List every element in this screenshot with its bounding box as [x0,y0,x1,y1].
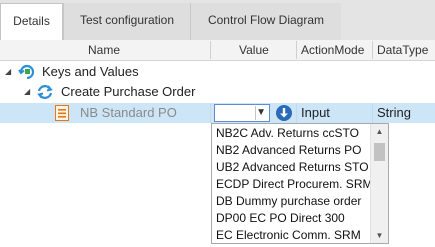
dropdown-option[interactable]: DP00 EC PO Direct 300 [216,210,345,227]
keys-values-icon [18,64,36,83]
cell-divider [296,103,297,123]
column-divider[interactable] [296,41,297,59]
column-value[interactable]: Value [239,40,269,60]
chevron-down-icon[interactable]: ▼ [256,107,266,118]
tab-test-configuration[interactable]: Test configuration [63,3,190,40]
dropdown-option[interactable]: NB2 Advanced Returns PO [216,142,361,159]
dropdown-option[interactable]: ECDP Direct Procurem. SRM [216,176,372,193]
dropdown-scrollbar[interactable]: ▲ ▼ [370,124,388,243]
scroll-down-icon[interactable]: ▼ [371,228,388,243]
column-name[interactable]: Name [88,40,120,60]
value-dropdown-list[interactable]: NB2C Adv. Returns ccSTO NB2 Advanced Ret… [211,123,389,244]
column-header: Name Value ActionMode DataType [0,40,435,61]
tree-label-leaf: NB Standard PO [80,105,177,120]
value-combobox[interactable]: ▼ [214,104,270,122]
cell-divider [210,103,211,123]
data-type-cell[interactable]: String [377,103,411,123]
column-divider[interactable] [210,41,211,59]
download-arrow-icon[interactable] [276,105,292,121]
scroll-up-icon[interactable]: ▲ [371,124,388,139]
tree-row-root[interactable]: ◢ Keys and Values [0,62,435,82]
list-item-icon [55,105,69,124]
dropdown-option[interactable]: NB2C Adv. Returns ccSTO [216,125,359,142]
column-actionmode[interactable]: ActionMode [301,40,364,60]
column-divider[interactable] [372,41,373,59]
tree-label-root: Keys and Values [42,64,139,79]
scrollbar-thumb[interactable] [374,143,385,161]
dropdown-option[interactable]: DB Dummy purchase order [216,193,361,210]
tab-control-flow-diagram[interactable]: Control Flow Diagram [190,3,341,40]
cell-divider [372,103,373,123]
dropdown-option[interactable]: EC Electronic Comm. SRM [216,227,361,243]
tab-details[interactable]: Details [0,3,63,40]
refresh-cycle-icon [36,84,54,103]
action-mode-cell[interactable]: Input [301,103,330,123]
dropdown-option[interactable]: UB2 Advanced Returns STO [216,159,369,176]
column-datatype[interactable]: DataType [377,40,428,60]
tab-bar: Details Test configuration Control Flow … [0,0,435,40]
collapse-arrow-icon[interactable]: ◢ [24,87,30,96]
collapse-arrow-icon[interactable]: ◢ [5,67,11,76]
tree-label-child: Create Purchase Order [61,84,196,99]
tree-row-child[interactable]: ◢ Create Purchase Order [0,82,435,102]
